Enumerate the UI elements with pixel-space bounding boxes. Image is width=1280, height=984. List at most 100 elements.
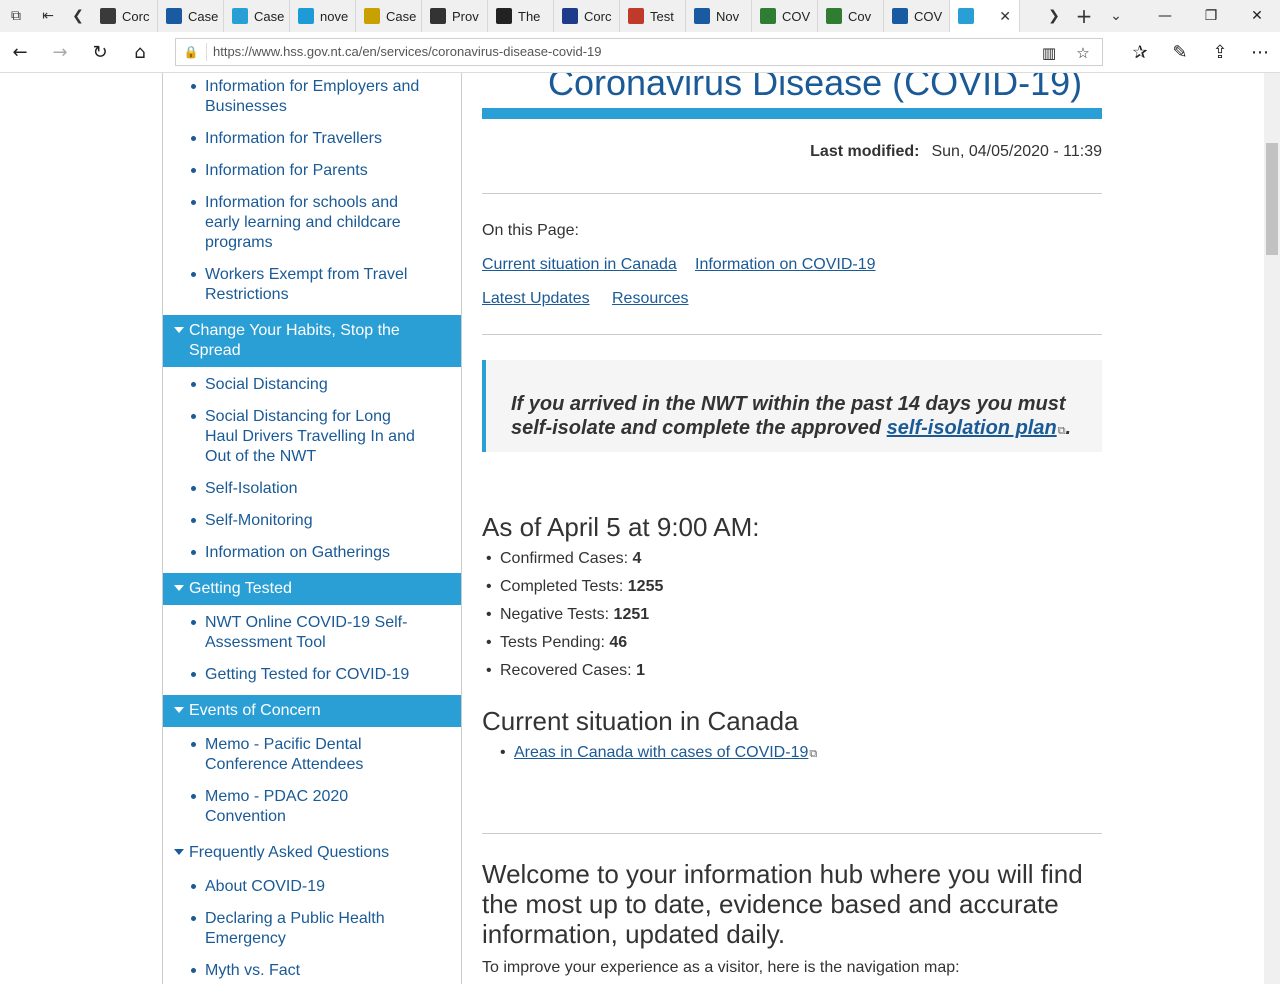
browser-tab[interactable]: Corc (92, 0, 158, 32)
divider (482, 193, 1102, 194)
minimize-icon[interactable]: — (1142, 0, 1188, 32)
divider (482, 334, 1102, 335)
document-icon (364, 8, 380, 24)
on-this-page-label: On this Page: (482, 222, 579, 239)
sidebar-heading-events[interactable]: Events of Concern (163, 695, 461, 727)
browser-tab[interactable]: Nov (686, 0, 752, 32)
pen-icon (628, 8, 644, 24)
sidebar-item[interactable]: Information on Gatherings (163, 541, 461, 565)
stat-label: Completed Tests: (500, 578, 628, 595)
sidebar-item[interactable]: About COVID-19 (163, 875, 461, 899)
sidebar-item[interactable]: Declaring a Public Health Emergency (163, 907, 461, 951)
tab-list-chevron-icon[interactable]: ⌄ (1100, 0, 1132, 32)
browser-tab[interactable]: Prov (422, 0, 488, 32)
share-icon[interactable]: ⇪ (1200, 32, 1240, 72)
browser-tab[interactable]: The (488, 0, 554, 32)
notes-pen-icon[interactable]: ✎ (1160, 32, 1200, 72)
new-tab-icon[interactable]: + (1068, 0, 1100, 32)
close-tab-icon[interactable]: ✕ (999, 8, 1011, 25)
areas-link-text[interactable]: Areas in Canada with cases of COVID-19 (514, 744, 808, 761)
sidebar-group-testing: NWT Online COVID-19 Self-Assessment Tool… (163, 611, 461, 687)
flag-icon (694, 8, 710, 24)
sidebar-heading-habits[interactable]: Change Your Habits, Stop the Spread (163, 315, 461, 367)
more-menu-icon[interactable]: ⋯ (1240, 32, 1280, 72)
refresh-icon[interactable]: ↻ (80, 32, 120, 72)
link-current-situation[interactable]: Current situation in Canada (482, 256, 677, 274)
browser-tab[interactable]: Case (158, 0, 224, 32)
link-information[interactable]: Information on COVID-19 (695, 256, 876, 274)
scrollbar-thumb[interactable] (1266, 143, 1278, 255)
sidebar-heading-faq[interactable]: Frequently Asked Questions (163, 837, 461, 869)
restore-icon[interactable]: ❐ (1188, 0, 1234, 32)
last-modified: Last modified: Sun, 04/05/2020 - 11:39 (810, 143, 1102, 161)
browser-tab[interactable]: Cov (818, 0, 884, 32)
browser-tab-label: Corc (122, 8, 150, 24)
link-latest-updates[interactable]: Latest Updates (482, 290, 590, 308)
browser-tab-label: COV (914, 8, 943, 24)
sidebar-item[interactable]: Memo - Pacific Dental Conference Attende… (163, 733, 461, 777)
sidebar-item[interactable]: Memo - PDAC 2020 Convention (163, 785, 461, 829)
url-text[interactable]: https://www.hss.gov.nt.ca/en/services/co… (206, 43, 601, 61)
cross-icon (298, 8, 314, 24)
sidebar-item[interactable]: NWT Online COVID-19 Self-Assessment Tool (163, 611, 461, 655)
tab-actions-icon[interactable]: ⧉ (0, 0, 32, 32)
sidebar-item[interactable]: Social Distancing (163, 373, 461, 397)
sidebar-item[interactable]: Myth vs. Fact (163, 959, 461, 983)
divider (482, 833, 1102, 834)
sidebar-item[interactable]: Information for Travellers (163, 127, 461, 151)
browser-tab-label: Case (386, 8, 417, 24)
forward-icon[interactable]: → (40, 32, 80, 72)
stat-item: Negative Tests: 1251 (486, 606, 649, 624)
external-link-icon: ⧉ (809, 747, 818, 760)
reading-view-icon[interactable]: ▥ (1038, 42, 1060, 64)
close-window-icon[interactable]: ✕ (1234, 0, 1280, 32)
back-icon[interactable]: ← (0, 32, 40, 72)
browser-tab-bar: ⧉ ⇤ ❮ Corc Case Case nove Case Prov The Corc Tes… (0, 0, 1280, 32)
browser-tab[interactable]: COV (752, 0, 818, 32)
badge-icon (892, 8, 908, 24)
sidebar-item[interactable]: Getting Tested for COVID-19 (163, 663, 461, 687)
favorite-star-icon[interactable]: ☆ (1072, 42, 1094, 64)
browser-tab-label: COV (782, 8, 811, 24)
stat-item: Confirmed Cases: 4 (486, 550, 641, 568)
lock-icon[interactable]: 🔒 (176, 45, 206, 59)
sidebar-group-faq: About COVID-19 Declaring a Public Health … (163, 875, 461, 984)
browser-tab[interactable]: nove (290, 0, 356, 32)
browser-tab-active[interactable]: ✕ (950, 0, 1020, 32)
self-isolation-plan-link[interactable]: self-isolation plan (887, 417, 1057, 439)
sidebar-item[interactable]: Self-Isolation (163, 477, 461, 501)
scroll-tabs-left-icon[interactable]: ❮ (64, 0, 92, 32)
browser-tab[interactable]: COV (884, 0, 950, 32)
document-icon (100, 8, 116, 24)
browser-tab[interactable]: Case (224, 0, 290, 32)
sidebar-item[interactable]: Information for Parents (163, 159, 461, 183)
home-icon[interactable]: ⌂ (120, 32, 160, 72)
browser-tab[interactable]: Corc (554, 0, 620, 32)
sidebar-heading-testing[interactable]: Getting Tested (163, 573, 461, 605)
link-resources[interactable]: Resources (612, 290, 688, 308)
page-viewport: Information for Employers and Businesses… (0, 73, 1264, 984)
browser-tab[interactable]: Case (356, 0, 422, 32)
stat-value: 1 (636, 662, 645, 679)
sidebar-item[interactable]: Workers Exempt from Travel Restrictions (163, 263, 461, 307)
address-bar[interactable]: 🔒 https://www.hss.gov.nt.ca/en/services/… (175, 38, 1103, 66)
alert-end: . (1065, 417, 1072, 439)
chart-icon (232, 8, 248, 24)
bison-icon (430, 8, 446, 24)
sidebar-nav: Information for Employers and Businesses… (162, 73, 462, 984)
stat-label: Negative Tests: (500, 606, 614, 623)
favorites-list-icon[interactable]: ✰ (1120, 32, 1160, 72)
browser-tab[interactable]: Test (620, 0, 686, 32)
browser-tab-label: Cov (848, 8, 872, 24)
sidebar-item[interactable]: Information for Employers and Businesses (163, 75, 461, 119)
browser-tab-label: Corc (584, 8, 612, 24)
sidebar-item[interactable]: Information for schools and early learni… (163, 191, 461, 255)
areas-in-canada-link[interactable]: Areas in Canada with cases of COVID-19⧉ (514, 744, 817, 762)
scroll-tabs-right-icon[interactable]: ❯ (1040, 0, 1068, 32)
sidebar-item[interactable]: Self-Monitoring (163, 509, 461, 533)
sidebar-item[interactable]: Social Distancing for Long Haul Drivers … (163, 405, 461, 469)
set-tabs-aside-icon[interactable]: ⇤ (32, 0, 64, 32)
stat-label: Tests Pending: (500, 634, 610, 651)
browser-tab-label: Nov (716, 8, 740, 24)
browser-tab-label: The (518, 8, 541, 24)
